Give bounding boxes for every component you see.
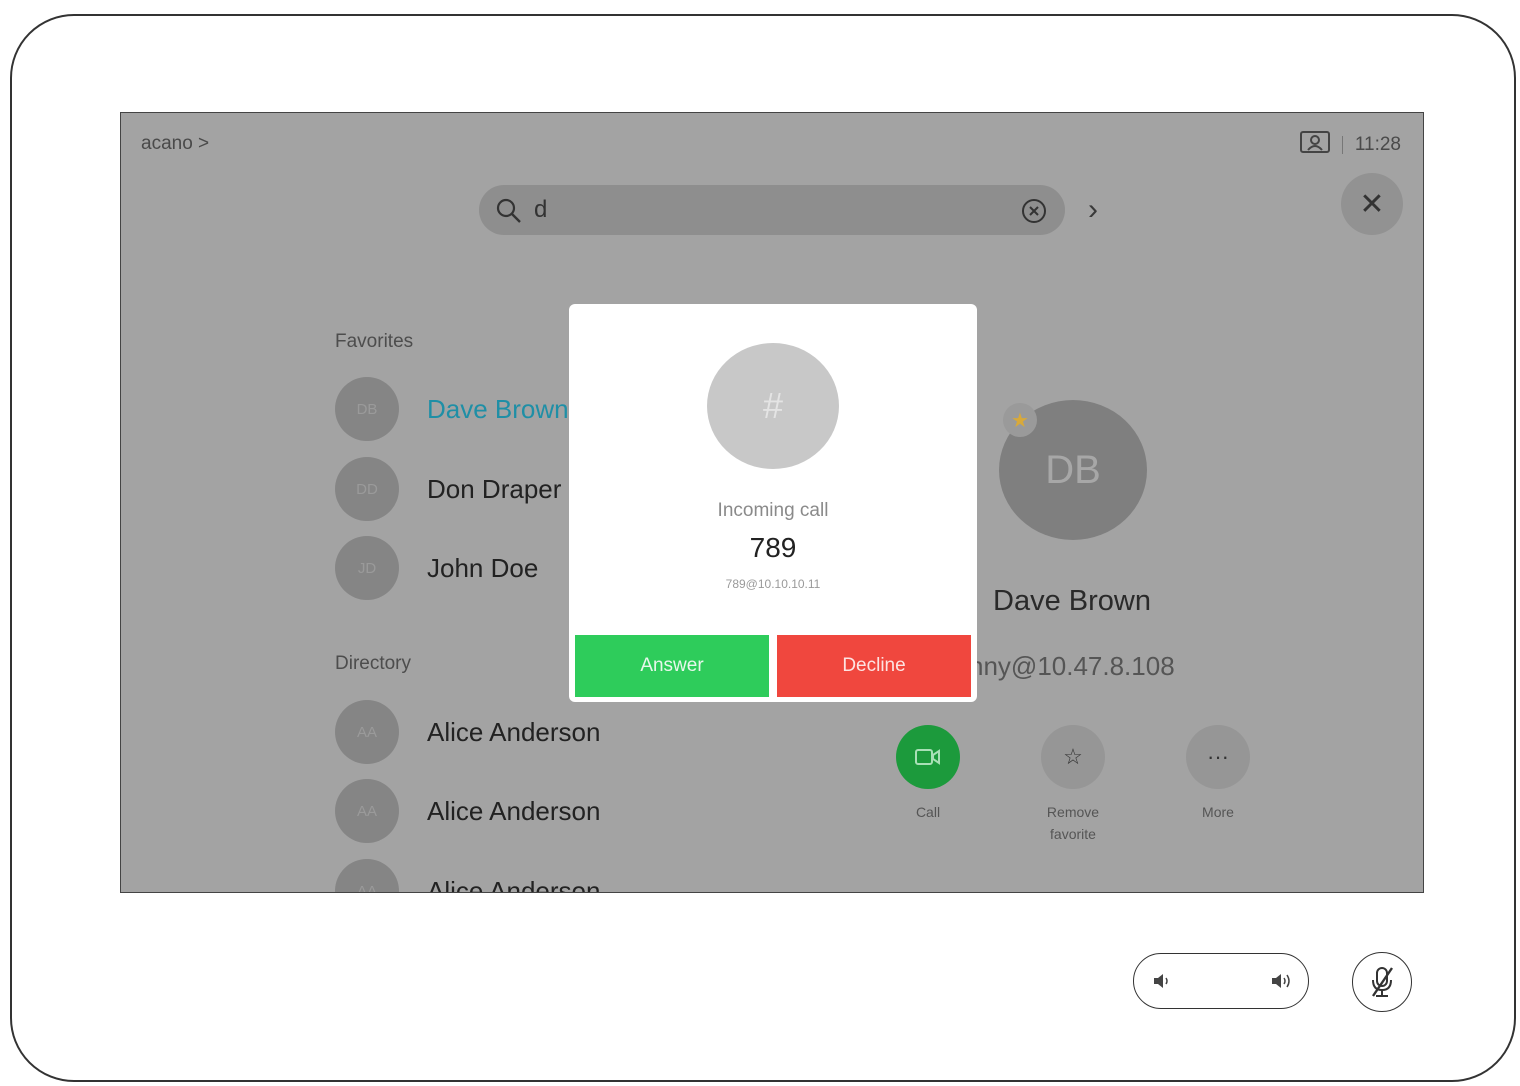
avatar: DD bbox=[335, 457, 399, 521]
contact-name: Alice Anderson bbox=[427, 716, 601, 747]
caller-number: 789 bbox=[749, 532, 797, 563]
directory-heading: Directory bbox=[335, 653, 412, 674]
search-icon bbox=[496, 198, 521, 223]
contact-name: John Doe bbox=[427, 552, 539, 583]
favorites-heading: Favorites bbox=[335, 331, 414, 352]
contact-detail-uri: nny@10.47.8.108 bbox=[969, 651, 1175, 681]
more-label: More bbox=[1202, 804, 1234, 820]
directory-row[interactable]: AA Alice Anderson bbox=[335, 859, 601, 893]
search-query: d bbox=[534, 196, 548, 223]
caller-uri: 789@10.10.10.11 bbox=[725, 577, 821, 591]
close-button[interactable]: ✕ bbox=[1341, 173, 1403, 235]
self-view-icon[interactable] bbox=[1299, 131, 1330, 159]
video-camera-icon bbox=[915, 749, 940, 765]
ellipsis-icon: ··· bbox=[1207, 744, 1229, 769]
clear-search-icon[interactable] bbox=[1021, 198, 1047, 224]
remove-favorite-label: Remove favorite bbox=[1046, 804, 1100, 842]
status-divider bbox=[1341, 136, 1343, 154]
call-label: Call bbox=[915, 804, 941, 820]
remove-favorite-button[interactable]: ☆ bbox=[1041, 725, 1105, 789]
remove-favorite-action[interactable]: ☆ Remove favorite bbox=[1023, 725, 1123, 845]
status-bar: 11:28 bbox=[1299, 131, 1401, 159]
favorite-star-icon: ★ bbox=[1003, 403, 1037, 437]
call-action[interactable]: Call bbox=[878, 725, 978, 823]
microphone-muted-icon bbox=[1372, 967, 1393, 997]
favorite-row[interactable]: JD John Doe bbox=[335, 536, 538, 600]
incoming-call-dialog: # Incoming call 789 789@10.10.10.11 Answ… bbox=[569, 304, 977, 702]
avatar: JD bbox=[335, 536, 399, 600]
contact-name: Alice Anderson bbox=[427, 795, 601, 826]
avatar: AA bbox=[335, 859, 399, 892]
decline-button[interactable]: Decline bbox=[777, 635, 971, 697]
mute-microphone-button[interactable] bbox=[1352, 952, 1412, 1012]
volume-down-icon[interactable] bbox=[1152, 971, 1172, 991]
contact-name: Alice Anderson bbox=[427, 875, 601, 893]
touch-screen: acano > 11:28 d › ✕ Favorites DB Dave Br… bbox=[120, 112, 1424, 893]
avatar: AA bbox=[335, 700, 399, 764]
volume-control[interactable] bbox=[1133, 953, 1309, 1009]
favorite-row[interactable]: DB Dave Brown bbox=[335, 377, 569, 441]
avatar: DB bbox=[335, 377, 399, 441]
directory-row[interactable]: AA Alice Anderson bbox=[335, 779, 600, 843]
directory-row[interactable]: AA Alice Anderson bbox=[335, 700, 600, 764]
chevron-right-icon[interactable]: › bbox=[1088, 195, 1098, 225]
caller-avatar: # bbox=[707, 343, 839, 469]
contact-name: Dave Brown bbox=[427, 393, 569, 424]
search-input[interactable]: d bbox=[479, 185, 1065, 235]
star-icon: ☆ bbox=[1063, 744, 1083, 769]
call-button[interactable] bbox=[896, 725, 960, 789]
contact-detail-name: Dave Brown bbox=[993, 585, 1151, 617]
more-button[interactable]: ··· bbox=[1186, 725, 1250, 789]
answer-button[interactable]: Answer bbox=[575, 635, 769, 697]
clock: 11:28 bbox=[1354, 134, 1401, 155]
brand-label[interactable]: acano > bbox=[141, 133, 209, 155]
avatar: AA bbox=[335, 779, 399, 843]
volume-up-icon[interactable] bbox=[1270, 971, 1294, 991]
incoming-call-label: Incoming call bbox=[717, 500, 829, 521]
contact-name: Don Draper bbox=[427, 473, 562, 504]
more-action[interactable]: ··· More bbox=[1168, 725, 1268, 823]
close-icon: ✕ bbox=[1359, 187, 1385, 221]
favorite-row[interactable]: DD Don Draper bbox=[335, 457, 561, 521]
